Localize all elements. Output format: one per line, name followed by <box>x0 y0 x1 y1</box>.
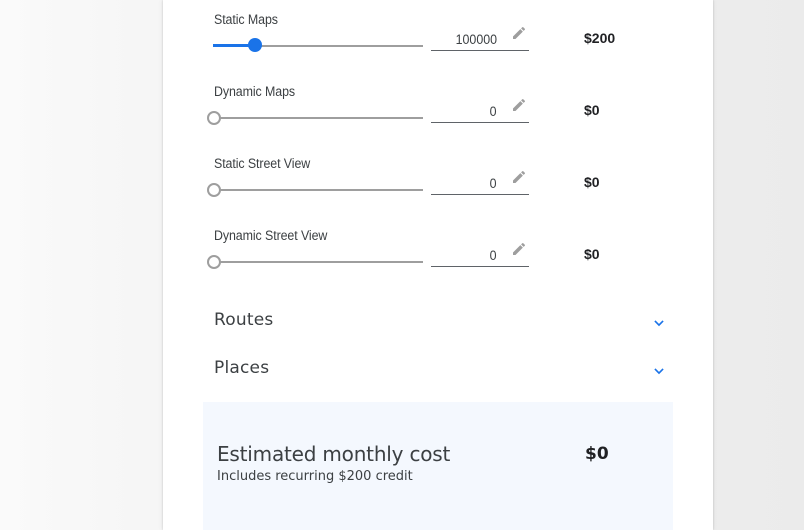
pencil-icon[interactable] <box>511 97 527 113</box>
section-routes[interactable]: Routes <box>214 310 669 340</box>
slider-track <box>213 117 423 119</box>
slider-thumb[interactable] <box>207 183 221 197</box>
api-label: Dynamic Maps <box>214 84 296 99</box>
api-price: $200 <box>584 30 616 46</box>
api-price: $0 <box>584 102 600 118</box>
api-price: $0 <box>584 246 600 262</box>
slider-track <box>213 261 423 263</box>
usage-input[interactable]: 0 <box>431 169 529 195</box>
usage-value: 0 <box>490 176 497 191</box>
estimate-panel: Estimated monthly cost Includes recurrin… <box>203 402 673 530</box>
slider-track <box>213 189 423 191</box>
estimate-subtitle: Includes recurring $200 credit <box>217 469 413 484</box>
section-title: Routes <box>214 310 274 330</box>
api-row-static-maps: Static Maps 100000 $200 <box>163 12 713 84</box>
pricing-calculator-card: Static Maps 100000 $200 Dynamic Maps 0 $… <box>163 0 713 530</box>
api-price: $0 <box>584 174 600 190</box>
section-places[interactable]: Places <box>214 358 669 388</box>
usage-input[interactable]: 100000 <box>431 25 529 51</box>
usage-input[interactable]: 0 <box>431 241 529 267</box>
pencil-icon[interactable] <box>511 25 527 41</box>
slider-thumb[interactable] <box>207 111 221 125</box>
slider-thumb[interactable] <box>248 38 262 52</box>
usage-slider[interactable] <box>207 254 423 270</box>
usage-value: 100000 <box>455 32 497 47</box>
estimate-total: $0 <box>585 444 609 464</box>
chevron-down-icon[interactable] <box>652 316 666 330</box>
usage-input[interactable]: 0 <box>431 97 529 123</box>
page-background: Static Maps 100000 $200 Dynamic Maps 0 $… <box>0 0 804 530</box>
usage-value: 0 <box>490 248 497 263</box>
api-label: Dynamic Street View <box>214 228 328 243</box>
api-row-dynamic-maps: Dynamic Maps 0 $0 <box>163 84 713 156</box>
usage-slider[interactable] <box>207 110 423 126</box>
chevron-down-icon[interactable] <box>652 364 666 378</box>
api-label: Static Street View <box>214 156 311 171</box>
slider-thumb[interactable] <box>207 255 221 269</box>
usage-slider[interactable] <box>213 38 423 54</box>
usage-value: 0 <box>490 104 497 119</box>
api-row-dynamic-street-view: Dynamic Street View 0 $0 <box>163 228 713 300</box>
section-title: Places <box>214 358 270 378</box>
pencil-icon[interactable] <box>511 241 527 257</box>
usage-slider[interactable] <box>207 182 423 198</box>
estimate-title: Estimated monthly cost <box>217 442 451 466</box>
api-label: Static Maps <box>214 12 278 27</box>
pencil-icon[interactable] <box>511 169 527 185</box>
api-row-static-street-view: Static Street View 0 $0 <box>163 156 713 228</box>
